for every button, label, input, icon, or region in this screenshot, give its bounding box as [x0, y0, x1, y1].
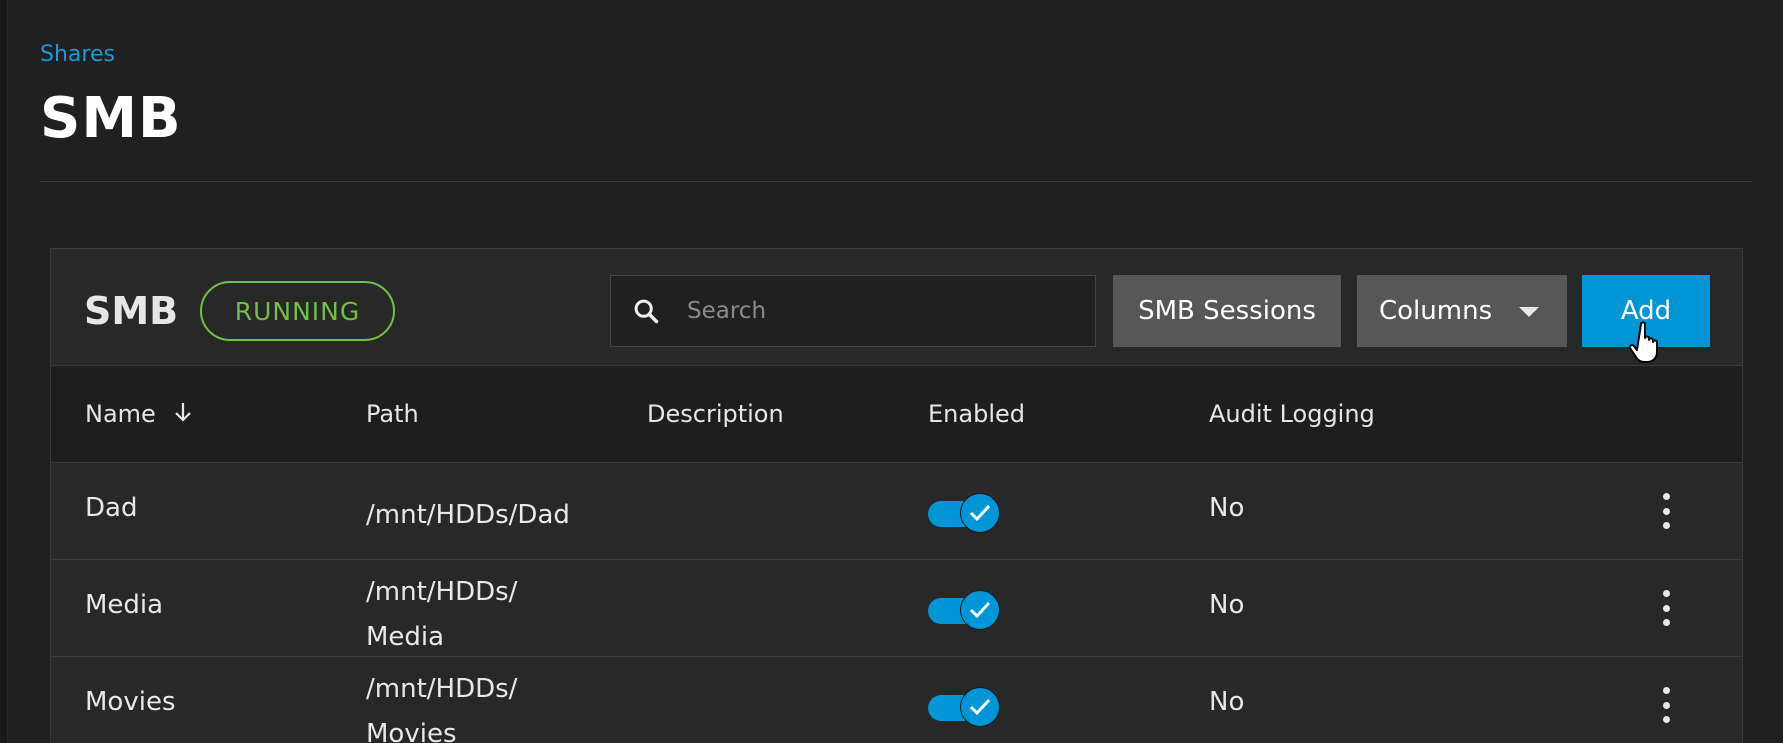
enabled-toggle[interactable] — [928, 493, 1000, 533]
status-badge: RUNNING — [200, 281, 395, 341]
check-icon — [960, 493, 1000, 533]
enabled-toggle[interactable] — [928, 687, 1000, 727]
check-icon — [960, 687, 1000, 727]
hand-cursor-icon — [1628, 320, 1668, 364]
row-audit-logging: No — [1209, 687, 1245, 717]
row-audit-logging: No — [1209, 493, 1245, 523]
search-box[interactable] — [610, 275, 1096, 347]
columns-label: Columns — [1379, 296, 1493, 326]
row-path: /mnt/HDDs/ Media — [366, 570, 576, 660]
smb-sessions-label: SMB Sessions — [1138, 296, 1316, 326]
table-header: Name Path Description Enabled Audit Logg… — [51, 365, 1742, 463]
row-path: /mnt/HDDs/ Movies — [366, 667, 576, 743]
row-path-line2: Movies — [366, 719, 457, 743]
column-header-enabled[interactable]: Enabled — [928, 400, 1025, 428]
row-name: Media — [85, 590, 164, 620]
row-audit-logging: No — [1209, 590, 1245, 620]
card-title: SMB — [84, 289, 179, 333]
search-icon — [631, 296, 661, 326]
enabled-toggle[interactable] — [928, 590, 1000, 630]
row-path-line1: /mnt/HDDs/ — [366, 577, 518, 607]
row-path-line1: /mnt/HDDs/Dad — [366, 500, 570, 530]
row-path-line2: Media — [366, 622, 445, 652]
column-header-audit-logging[interactable]: Audit Logging — [1209, 400, 1375, 428]
page-title: SMB — [40, 86, 182, 151]
column-header-description[interactable]: Description — [647, 400, 784, 428]
row-path-line1: /mnt/HDDs/ — [366, 674, 518, 704]
table-row[interactable]: Media /mnt/HDDs/ Media No — [51, 560, 1742, 657]
left-nav-rail — [0, 0, 8, 743]
table-row[interactable]: Dad /mnt/HDDs/Dad No — [51, 463, 1742, 560]
column-header-name-label: Name — [85, 400, 156, 428]
breadcrumb-shares[interactable]: Shares — [40, 42, 115, 67]
columns-button[interactable]: Columns — [1357, 275, 1567, 347]
row-path: /mnt/HDDs/Dad — [366, 493, 626, 538]
header-divider — [40, 181, 1752, 182]
smb-sessions-button[interactable]: SMB Sessions — [1113, 275, 1341, 347]
more-vert-icon[interactable] — [1656, 493, 1676, 529]
row-name: Movies — [85, 687, 176, 717]
check-icon — [960, 590, 1000, 630]
more-vert-icon[interactable] — [1656, 590, 1676, 626]
smb-card: SMB RUNNING SMB Sessions Columns Add Nam… — [50, 248, 1743, 743]
card-header: SMB RUNNING SMB Sessions Columns Add — [51, 249, 1742, 365]
table-row[interactable]: Movies /mnt/HDDs/ Movies No — [51, 657, 1742, 743]
smb-table: Name Path Description Enabled Audit Logg… — [51, 365, 1742, 743]
chevron-down-icon — [1519, 307, 1539, 317]
more-vert-icon[interactable] — [1656, 687, 1676, 723]
row-name: Dad — [85, 493, 138, 523]
arrow-down-icon — [173, 401, 193, 429]
search-input[interactable] — [687, 298, 1067, 324]
column-header-name[interactable]: Name — [85, 400, 193, 429]
column-header-path[interactable]: Path — [366, 400, 419, 428]
